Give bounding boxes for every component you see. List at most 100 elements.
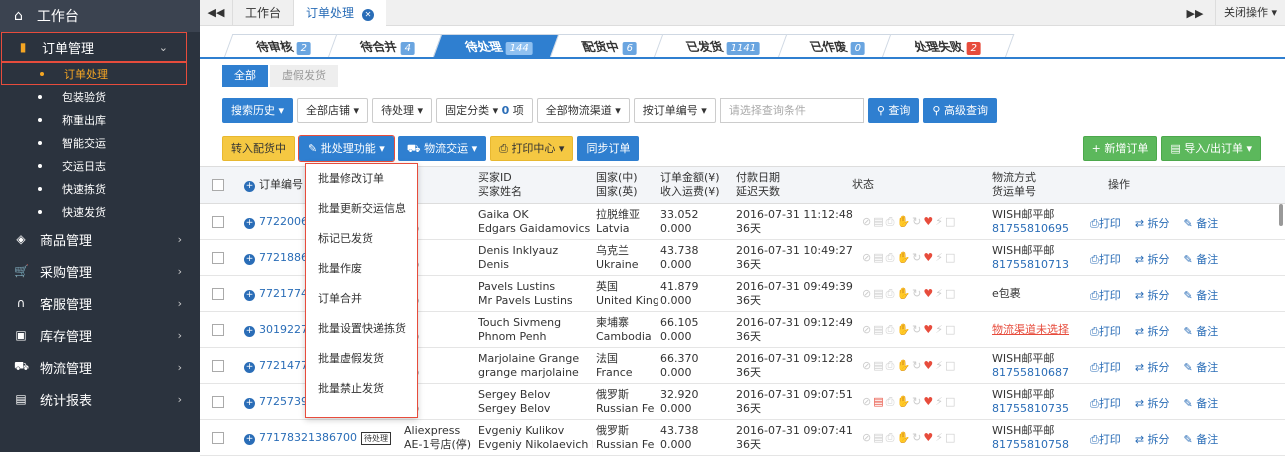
print-button[interactable]: ⎙打印: [1090, 431, 1121, 447]
note-button[interactable]: ✎ 备注: [1184, 395, 1219, 411]
message-icon[interactable]: ▤: [873, 431, 885, 444]
heart-icon[interactable]: ♥: [923, 323, 935, 336]
plus-circle-icon[interactable]: +: [244, 362, 255, 373]
bolt-icon[interactable]: ⚡: [935, 359, 945, 372]
bolt-icon[interactable]: ⚡: [935, 287, 945, 300]
menu-item-batch-edit[interactable]: 批量修改订单: [306, 164, 417, 194]
sidebar-group-product[interactable]: ◈ 商品管理 ›: [0, 223, 200, 255]
plus-circle-icon[interactable]: +: [244, 254, 255, 265]
print-center-button[interactable]: ⎙ 打印中心 ▾: [490, 136, 574, 161]
bolt-icon[interactable]: ⚡: [935, 215, 945, 228]
tab-shipped[interactable]: 已发货 1141: [653, 34, 795, 58]
split-button[interactable]: ⇄ 拆分: [1135, 431, 1170, 447]
refresh-icon[interactable]: ↻: [912, 359, 923, 372]
search-input[interactable]: 请选择查询条件: [719, 97, 864, 123]
field-select[interactable]: 按订单编号 ▾: [633, 97, 716, 123]
tab-pending-process[interactable]: 待处理 144: [432, 34, 567, 58]
category-select[interactable]: 固定分类 ▾ 0 项: [436, 97, 533, 123]
row-checkbox[interactable]: [212, 288, 224, 300]
heart-icon[interactable]: ♥: [923, 287, 935, 300]
bolt-icon[interactable]: ⚡: [935, 251, 945, 264]
sidebar-group-order-mgmt[interactable]: ▮ 订单管理 ⌄: [1, 32, 187, 62]
menu-item-batch-update-ship[interactable]: 批量更新交运信息: [306, 194, 417, 224]
row-checkbox[interactable]: [212, 396, 224, 408]
sidebar-item-quick-ship[interactable]: 快速发货: [0, 200, 200, 223]
doc-icon[interactable]: □: [945, 359, 957, 372]
tracking-link[interactable]: 81755810687: [992, 366, 1069, 379]
plus-circle-icon[interactable]: +: [244, 290, 255, 301]
import-export-button[interactable]: ▤ 导入/出订单 ▾: [1161, 136, 1261, 161]
bolt-icon[interactable]: ⚡: [935, 395, 945, 408]
plus-circle-icon[interactable]: +: [244, 434, 255, 445]
doc-icon[interactable]: □: [945, 251, 957, 264]
hand-icon[interactable]: ✋: [896, 251, 912, 264]
print-status-icon[interactable]: ⎙: [886, 395, 897, 408]
print-status-icon[interactable]: ⎙: [886, 215, 897, 228]
split-button[interactable]: ⇄ 拆分: [1135, 395, 1170, 411]
menu-item-fake-ship[interactable]: 批量虚假发货: [306, 344, 417, 374]
message-icon[interactable]: ▤: [873, 323, 885, 336]
plus-circle-icon[interactable]: +: [244, 398, 255, 409]
order-link[interactable]: +3019227: [244, 323, 308, 337]
sync-orders-button[interactable]: 同步订单: [577, 136, 640, 161]
sidebar-workbench[interactable]: ⌂ 工作台: [0, 0, 200, 32]
row-checkbox[interactable]: [212, 324, 224, 336]
order-link[interactable]: +7725739: [244, 395, 308, 409]
batch-process-button[interactable]: ✎ 批处理功能 ▾: [298, 135, 395, 162]
tab-failed[interactable]: 处理失败 2: [881, 34, 1015, 58]
note-button[interactable]: ✎ 备注: [1184, 431, 1219, 447]
tab-picking[interactable]: 配货中 6: [549, 34, 671, 58]
filter-all[interactable]: 全部: [222, 65, 268, 87]
logistics-select[interactable]: 全部物流渠道 ▾: [536, 97, 630, 123]
menu-item-batch-void[interactable]: 批量作废: [306, 254, 417, 284]
split-button[interactable]: ⇄ 拆分: [1135, 215, 1170, 231]
doc-icon[interactable]: □: [945, 215, 957, 228]
print-button[interactable]: ⎙打印: [1090, 287, 1121, 303]
sidebar-item-order-process[interactable]: 订单处理: [1, 62, 187, 85]
print-status-icon[interactable]: ⎙: [886, 251, 897, 264]
print-button[interactable]: ⎙打印: [1090, 323, 1121, 339]
sidebar-item-weigh-out[interactable]: 称重出库: [0, 108, 200, 131]
bolt-icon[interactable]: ⚡: [935, 431, 945, 444]
refresh-icon[interactable]: ↻: [912, 215, 923, 228]
hand-icon[interactable]: ✋: [896, 323, 912, 336]
query-button[interactable]: ⚲ 查询: [867, 97, 920, 123]
hand-icon[interactable]: ✋: [896, 287, 912, 300]
menu-item-set-quick-pick[interactable]: 批量设置快递拣货: [306, 314, 417, 344]
row-checkbox[interactable]: [212, 216, 224, 228]
heart-icon[interactable]: ♥: [923, 431, 935, 444]
cancel-icon[interactable]: ⊘: [862, 251, 873, 264]
order-link[interactable]: +77178321386700 待处理: [244, 431, 391, 445]
message-icon[interactable]: ▤: [873, 359, 885, 372]
split-button[interactable]: ⇄ 拆分: [1135, 251, 1170, 267]
hand-icon[interactable]: ✋: [896, 359, 912, 372]
note-button[interactable]: ✎ 备注: [1184, 215, 1219, 231]
tab-voided[interactable]: 已作废 0: [777, 34, 899, 58]
sidebar-group-stock[interactable]: ▣ 库存管理 ›: [0, 319, 200, 351]
hand-icon[interactable]: ✋: [896, 395, 912, 408]
cancel-icon[interactable]: ⊘: [862, 395, 873, 408]
search-history-button[interactable]: 搜索历史 ▾: [222, 97, 294, 123]
refresh-icon[interactable]: ↻: [912, 251, 923, 264]
message-icon[interactable]: ▤: [873, 251, 885, 264]
advanced-query-button[interactable]: ⚲ 高级查询: [923, 97, 997, 123]
header-order-no[interactable]: + 订单编号: [244, 178, 303, 192]
bolt-icon[interactable]: ⚡: [935, 323, 945, 336]
note-button[interactable]: ✎ 备注: [1184, 251, 1219, 267]
close-tab-icon[interactable]: ✕: [362, 8, 375, 21]
order-link[interactable]: +7722006: [244, 215, 308, 229]
message-icon[interactable]: ▤: [873, 395, 885, 408]
note-button[interactable]: ✎ 备注: [1184, 287, 1219, 303]
tracking-link[interactable]: 81755810713: [992, 258, 1069, 271]
heart-icon[interactable]: ♥: [923, 359, 935, 372]
note-button[interactable]: ✎ 备注: [1184, 359, 1219, 375]
print-button[interactable]: ⎙打印: [1090, 359, 1121, 375]
select-all-checkbox[interactable]: [212, 179, 224, 191]
heart-icon[interactable]: ♥: [923, 251, 935, 264]
cancel-icon[interactable]: ⊘: [862, 215, 873, 228]
row-checkbox[interactable]: [212, 360, 224, 372]
hand-icon[interactable]: ✋: [896, 431, 912, 444]
tab-workbench[interactable]: 工作台: [232, 0, 293, 26]
logistics-ship-button[interactable]: ⛟ 物流交运 ▾: [397, 136, 487, 161]
tracking-link[interactable]: 81755810695: [992, 222, 1069, 235]
